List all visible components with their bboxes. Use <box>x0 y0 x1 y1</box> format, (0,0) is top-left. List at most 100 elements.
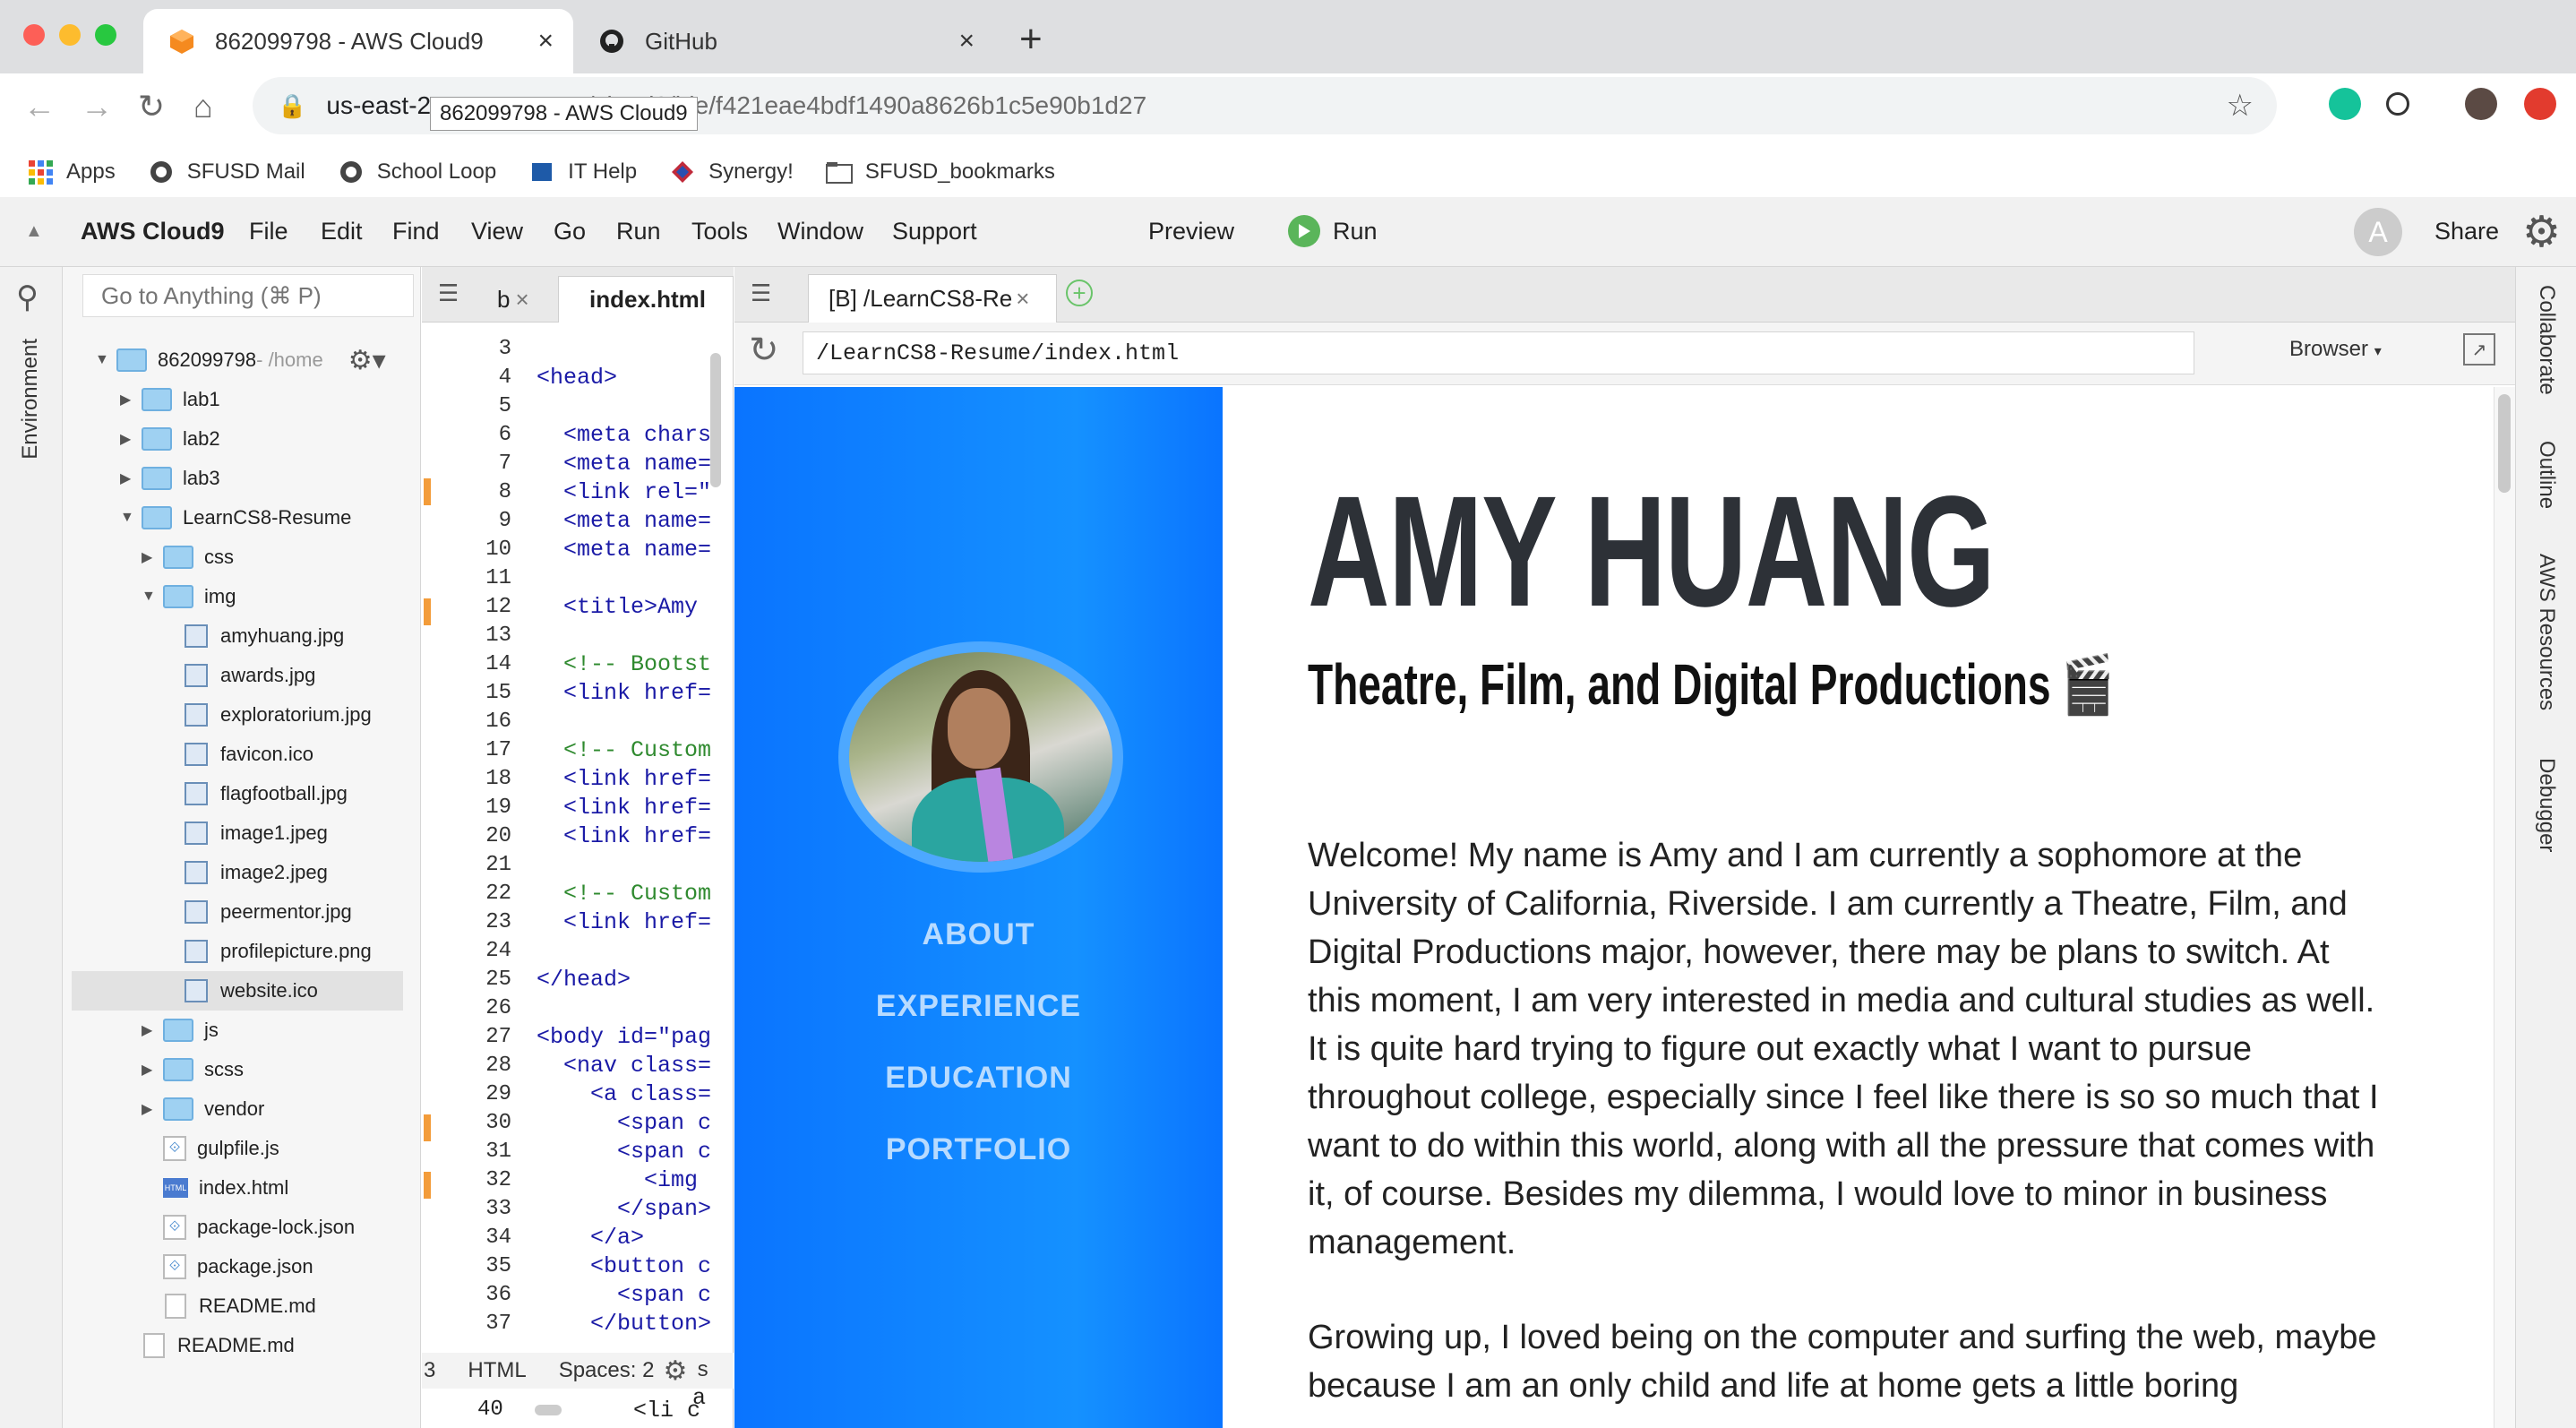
code-area[interactable]: <head> <meta chars <meta name= <link rel… <box>537 335 734 1338</box>
tree-item[interactable]: image2.jpeg <box>163 853 328 892</box>
close-tab-icon[interactable]: × <box>958 26 975 56</box>
nav-about[interactable]: ABOUT <box>734 917 1223 952</box>
tab-list-icon[interactable]: ☰ <box>751 280 771 307</box>
preview-url-input[interactable]: /LearnCS8-Resume/index.html <box>803 331 2194 374</box>
extension-icon[interactable] <box>2386 92 2409 116</box>
tree-root[interactable]: ▼ 862099798 - /home ⚙▾ <box>95 340 386 380</box>
menu-support[interactable]: Support <box>892 218 977 245</box>
close-tab-icon[interactable]: × <box>1016 285 1029 313</box>
tree-item[interactable]: HTML index.html <box>142 1168 288 1208</box>
preview-button[interactable]: Preview <box>1148 218 1234 245</box>
menu-find[interactable]: Find <box>392 218 440 245</box>
preview-scrollbar[interactable] <box>2494 387 2515 1428</box>
bookmark-synergy[interactable]: Synergy! <box>669 159 794 185</box>
debugger-panel-tab[interactable]: Debugger <box>2534 758 2559 852</box>
tree-item[interactable]: ▶ lab1 <box>120 380 220 419</box>
search-icon[interactable]: ⚲ <box>16 280 39 315</box>
caret-right-icon[interactable]: ▶ <box>142 1100 158 1118</box>
close-tab-icon[interactable]: × <box>537 26 554 56</box>
tree-item[interactable]: ▶ js <box>142 1011 219 1050</box>
tree-item[interactable]: ⟐ package-lock.json <box>142 1208 355 1247</box>
bookmark-school-loop[interactable]: School Loop <box>338 159 496 185</box>
caret-right-icon[interactable]: ▶ <box>120 430 136 448</box>
tree-item[interactable]: README.md <box>120 1326 295 1365</box>
editor-tab-index-html[interactable]: index.html <box>558 276 734 323</box>
bookmark-it-help[interactable]: IT Help <box>528 159 637 185</box>
nav-experience[interactable]: EXPERIENCE <box>734 989 1223 1024</box>
caret-down-icon[interactable]: ▼ <box>95 352 111 368</box>
caret-right-icon[interactable]: ▶ <box>142 1021 158 1039</box>
tree-item[interactable]: peermentor.jpg <box>163 892 352 932</box>
caret-right-icon[interactable]: ▶ <box>142 548 158 566</box>
menu-tools[interactable]: Tools <box>691 218 748 245</box>
new-tab-button[interactable]: + <box>1019 20 1043 59</box>
tree-item[interactable]: ▶ vendor <box>142 1089 264 1129</box>
caret-right-icon[interactable]: ▶ <box>142 1061 158 1079</box>
tree-item[interactable]: ▶ lab2 <box>120 419 220 459</box>
menu-window[interactable]: Window <box>777 218 863 245</box>
tree-item[interactable]: ▼ img <box>142 577 236 616</box>
tree-item[interactable]: ⟐ gulpfile.js <box>142 1129 279 1168</box>
tree-item[interactable]: ⟐ package.json <box>142 1247 313 1286</box>
browser-dropdown[interactable]: Browser ▾ <box>2289 337 2382 362</box>
caret-right-icon[interactable]: ▶ <box>120 391 136 409</box>
settings-gear-icon[interactable]: ⚙ <box>2522 207 2561 257</box>
status-gear-icon[interactable]: ⚙ <box>663 1355 687 1387</box>
home-icon[interactable]: ⌂ <box>193 88 213 125</box>
refresh-icon[interactable]: ↻ <box>749 330 779 371</box>
tree-item[interactable]: favicon.ico <box>163 735 313 774</box>
tree-item[interactable]: profilepicture.png <box>163 932 372 971</box>
goto-anything-input[interactable] <box>82 274 414 317</box>
forward-icon[interactable]: → <box>81 88 113 125</box>
tree-item[interactable]: ▶ lab3 <box>120 459 220 498</box>
horizontal-scroll-thumb[interactable] <box>535 1405 562 1415</box>
tree-settings-gear-icon[interactable]: ⚙▾ <box>348 345 386 376</box>
tree-item[interactable]: ▶ scss <box>142 1050 244 1089</box>
cloud9-brand[interactable]: AWS Cloud9 <box>81 218 225 245</box>
run-icon[interactable] <box>1288 215 1320 247</box>
share-button[interactable]: Share <box>2434 218 2499 245</box>
collapse-menu-icon[interactable]: ▲ <box>25 221 43 242</box>
tree-item[interactable]: website.ico <box>72 971 403 1011</box>
tree-item[interactable]: image1.jpeg <box>163 813 328 853</box>
tree-item[interactable]: flagfootball.jpg <box>163 774 348 813</box>
bookmark-apps[interactable]: Apps <box>27 159 116 185</box>
tree-item[interactable]: exploratorium.jpg <box>163 695 372 735</box>
editor-scrollbar[interactable] <box>710 353 721 1383</box>
editor-tab-b[interactable]: b × <box>486 276 558 323</box>
caret-down-icon[interactable]: ▼ <box>120 510 136 526</box>
status-spaces[interactable]: Spaces: 2 <box>559 1358 655 1383</box>
environment-panel-tab[interactable]: Environment <box>18 339 43 460</box>
browser-tab-github[interactable]: GitHub × <box>573 9 994 73</box>
tree-item[interactable]: awards.jpg <box>163 656 315 695</box>
menu-go[interactable]: Go <box>554 218 586 245</box>
back-icon[interactable]: ← <box>23 88 56 125</box>
menu-file[interactable]: File <box>249 218 288 245</box>
maximize-window-button[interactable] <box>95 24 116 46</box>
scroll-thumb[interactable] <box>2498 394 2511 493</box>
grammarly-icon[interactable] <box>2329 88 2361 120</box>
tree-item[interactable]: README.md <box>142 1286 316 1326</box>
close-tab-icon[interactable]: × <box>515 286 528 314</box>
tree-item[interactable]: amyhuang.jpg <box>163 616 344 656</box>
reload-icon[interactable]: ↻ <box>138 88 165 125</box>
menu-view[interactable]: View <box>471 218 523 245</box>
minimize-window-button[interactable] <box>59 24 81 46</box>
update-icon[interactable] <box>2524 88 2556 120</box>
tree-item[interactable]: ▶ css <box>142 538 234 577</box>
aws-resources-panel-tab[interactable]: AWS Resources <box>2534 554 2559 710</box>
scroll-thumb[interactable] <box>710 353 721 487</box>
browser-tab-cloud9[interactable]: 862099798 - AWS Cloud9 × <box>143 9 573 73</box>
add-tab-icon[interactable]: + <box>1066 280 1093 306</box>
bookmark-folder-sfusd[interactable]: SFUSD_bookmarks <box>825 159 1055 185</box>
preview-tab[interactable]: [B] /LearnCS8-Re × <box>808 274 1057 323</box>
menu-run[interactable]: Run <box>616 218 661 245</box>
caret-right-icon[interactable]: ▶ <box>120 469 136 487</box>
nav-portfolio[interactable]: PORTFOLIO <box>734 1132 1223 1167</box>
nav-education[interactable]: EDUCATION <box>734 1061 1223 1096</box>
bookmark-sfusd-mail[interactable]: SFUSD Mail <box>148 159 305 185</box>
run-button[interactable]: Run <box>1333 218 1378 245</box>
tree-item[interactable]: ▼ LearnCS8-Resume <box>120 498 351 538</box>
close-window-button[interactable] <box>23 24 45 46</box>
collaborate-panel-tab[interactable]: Collaborate <box>2534 285 2559 395</box>
